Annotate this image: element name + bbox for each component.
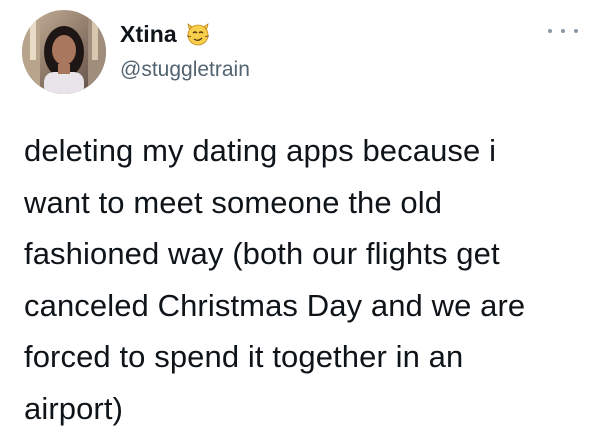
display-name[interactable]: Xtina	[120, 21, 177, 48]
dot	[548, 29, 552, 33]
author-info: Xtina @stuggletrain	[120, 18, 250, 82]
user-handle[interactable]: @stuggletrain	[120, 58, 250, 82]
tweet-text: deleting my dating apps because i want t…	[24, 133, 526, 426]
name-row: Xtina	[120, 18, 250, 50]
tweet-card: Xtina @stuggletrain deleting my dating a…	[0, 0, 599, 430]
smirking-cat-emoji-icon	[185, 21, 211, 47]
avatar-photo	[22, 10, 106, 94]
avatar[interactable]	[22, 10, 106, 94]
dot	[574, 29, 578, 33]
dot	[561, 29, 565, 33]
more-options-icon[interactable]	[548, 24, 578, 38]
